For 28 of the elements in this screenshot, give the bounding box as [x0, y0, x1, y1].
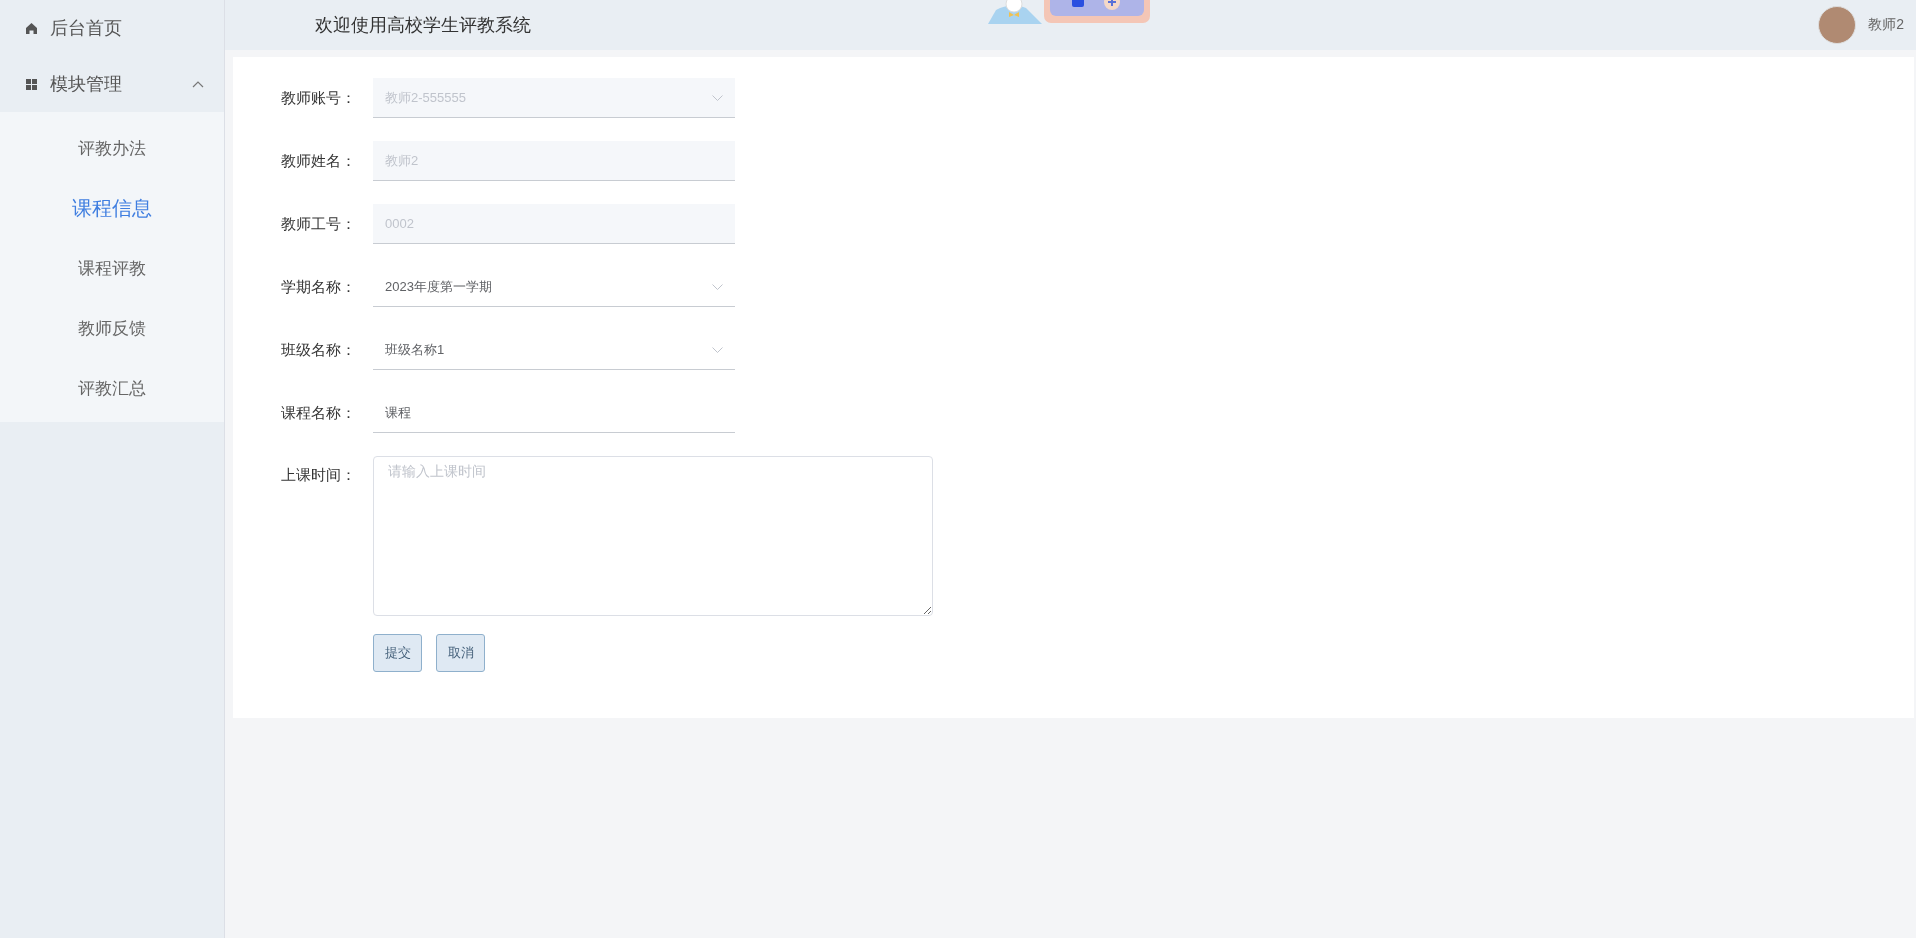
chevron-down-icon — [712, 94, 723, 101]
submenu-item[interactable]: 评教办法 — [78, 136, 146, 160]
form-button[interactable]: 提交 — [373, 634, 422, 672]
avatar-placeholder[interactable] — [1818, 6, 1857, 44]
submenu-item[interactable]: 课程评教 — [78, 256, 146, 280]
submenu-item[interactable]: 课程信息 — [72, 194, 152, 222]
submenu-item[interactable]: 评教汇总 — [78, 376, 146, 400]
field-label: 学期名称： — [281, 277, 357, 297]
field-label: 上课时间： — [281, 466, 357, 485]
submenu-item[interactable]: 教师反馈 — [78, 316, 146, 340]
form-button[interactable]: 取消 — [436, 634, 485, 672]
user-name[interactable]: 教师2 — [1868, 16, 1904, 34]
home-icon — [25, 21, 38, 35]
field-label: 教师工号： — [281, 214, 357, 234]
field-label: 教师姓名： — [281, 151, 357, 171]
header-title: 欢迎使用高校学生评教系统 — [315, 14, 531, 37]
select-field[interactable]: 班级名称1 — [373, 330, 735, 370]
sidebar-menu-item[interactable]: 模块管理 — [0, 56, 224, 112]
field-label: 班级名称： — [281, 340, 357, 360]
select-field[interactable]: 2023年度第一学期 — [373, 267, 735, 307]
input-field[interactable]: 课程 — [373, 393, 735, 433]
grid-icon — [25, 77, 38, 91]
chevron-down-icon — [712, 283, 723, 290]
chevron-up-icon — [192, 80, 204, 88]
chevron-down-icon — [712, 346, 723, 353]
sidebar-menu-item[interactable]: 后台首页 — [0, 0, 224, 56]
field-label: 教师账号： — [281, 88, 357, 108]
field-label: 课程名称： — [281, 403, 357, 423]
